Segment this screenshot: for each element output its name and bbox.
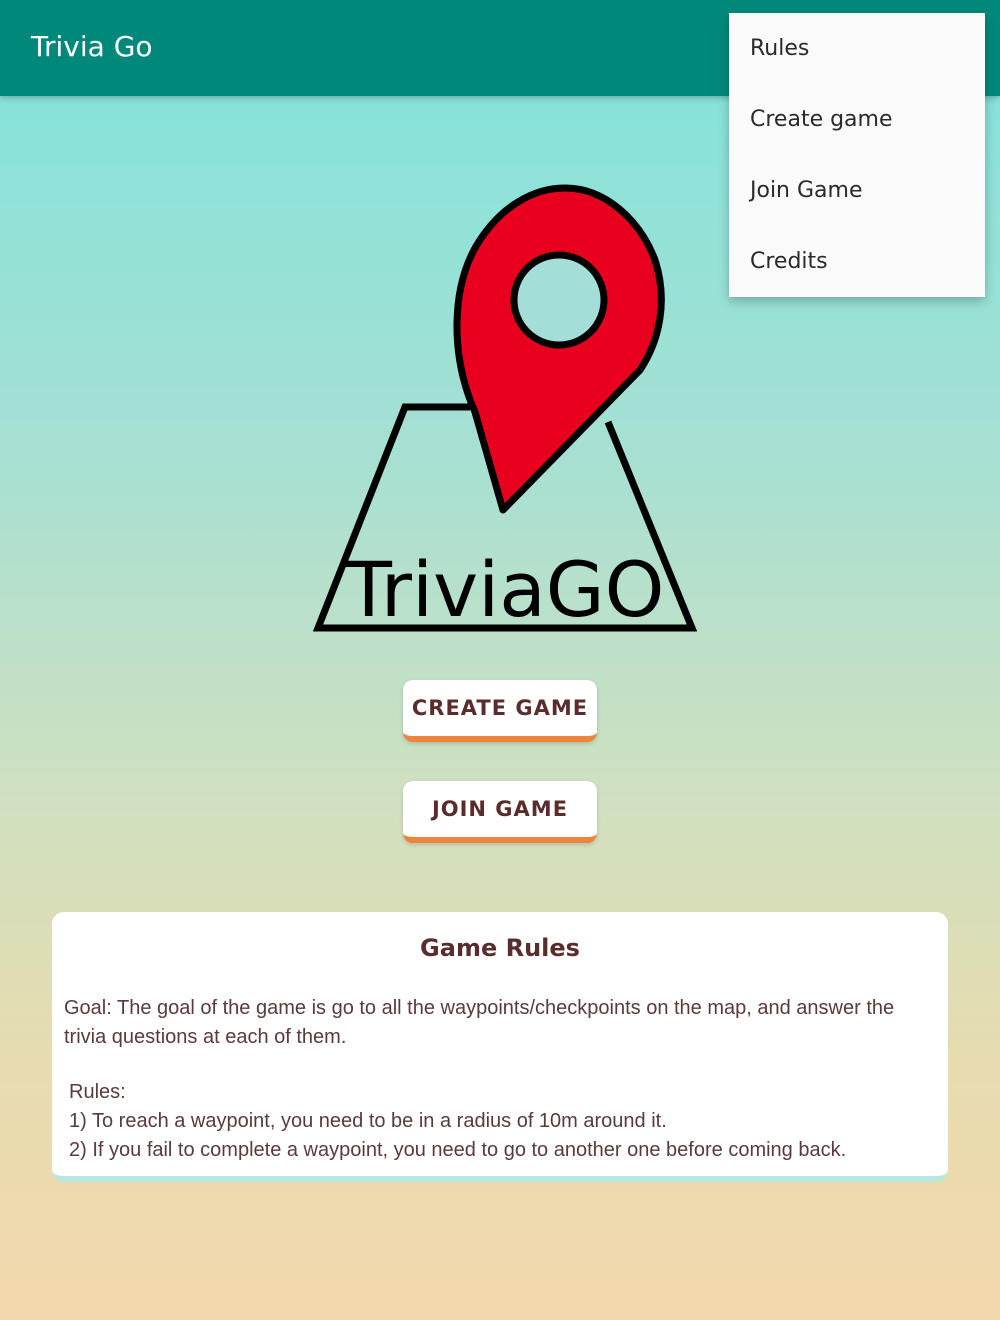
- trivia-go-logo: TriviaGO: [310, 180, 700, 640]
- game-rules-card: Game Rules Goal: The goal of the game is…: [52, 912, 948, 1182]
- logo-text: TriviaGO: [345, 545, 665, 634]
- rules-goal-text: Goal: The goal of the game is go to all …: [64, 997, 895, 1048]
- menu-item-credits[interactable]: Credits: [729, 236, 985, 307]
- location-pin-icon: [453, 184, 665, 514]
- rules-heading: Rules:: [69, 1081, 126, 1103]
- menu-item-join-game[interactable]: Join Game: [729, 165, 985, 236]
- join-game-button[interactable]: JOIN GAME: [403, 781, 597, 843]
- rules-card-title: Game Rules: [420, 934, 580, 962]
- rule-item: 2) If you fail to complete a waypoint, y…: [69, 1139, 847, 1161]
- pin-hole-icon: [510, 251, 608, 349]
- menu-item-rules[interactable]: Rules: [729, 23, 985, 94]
- overflow-menu: Rules Create game Join Game Credits: [729, 13, 985, 297]
- create-game-button[interactable]: CREATE GAME: [403, 680, 597, 742]
- rule-item: 1) To reach a waypoint, you need to be i…: [69, 1110, 667, 1132]
- rules-list: Rules: 1) To reach a waypoint, you need …: [69, 1078, 939, 1165]
- app-title: Trivia Go: [31, 30, 153, 63]
- menu-item-create-game[interactable]: Create game: [729, 94, 985, 165]
